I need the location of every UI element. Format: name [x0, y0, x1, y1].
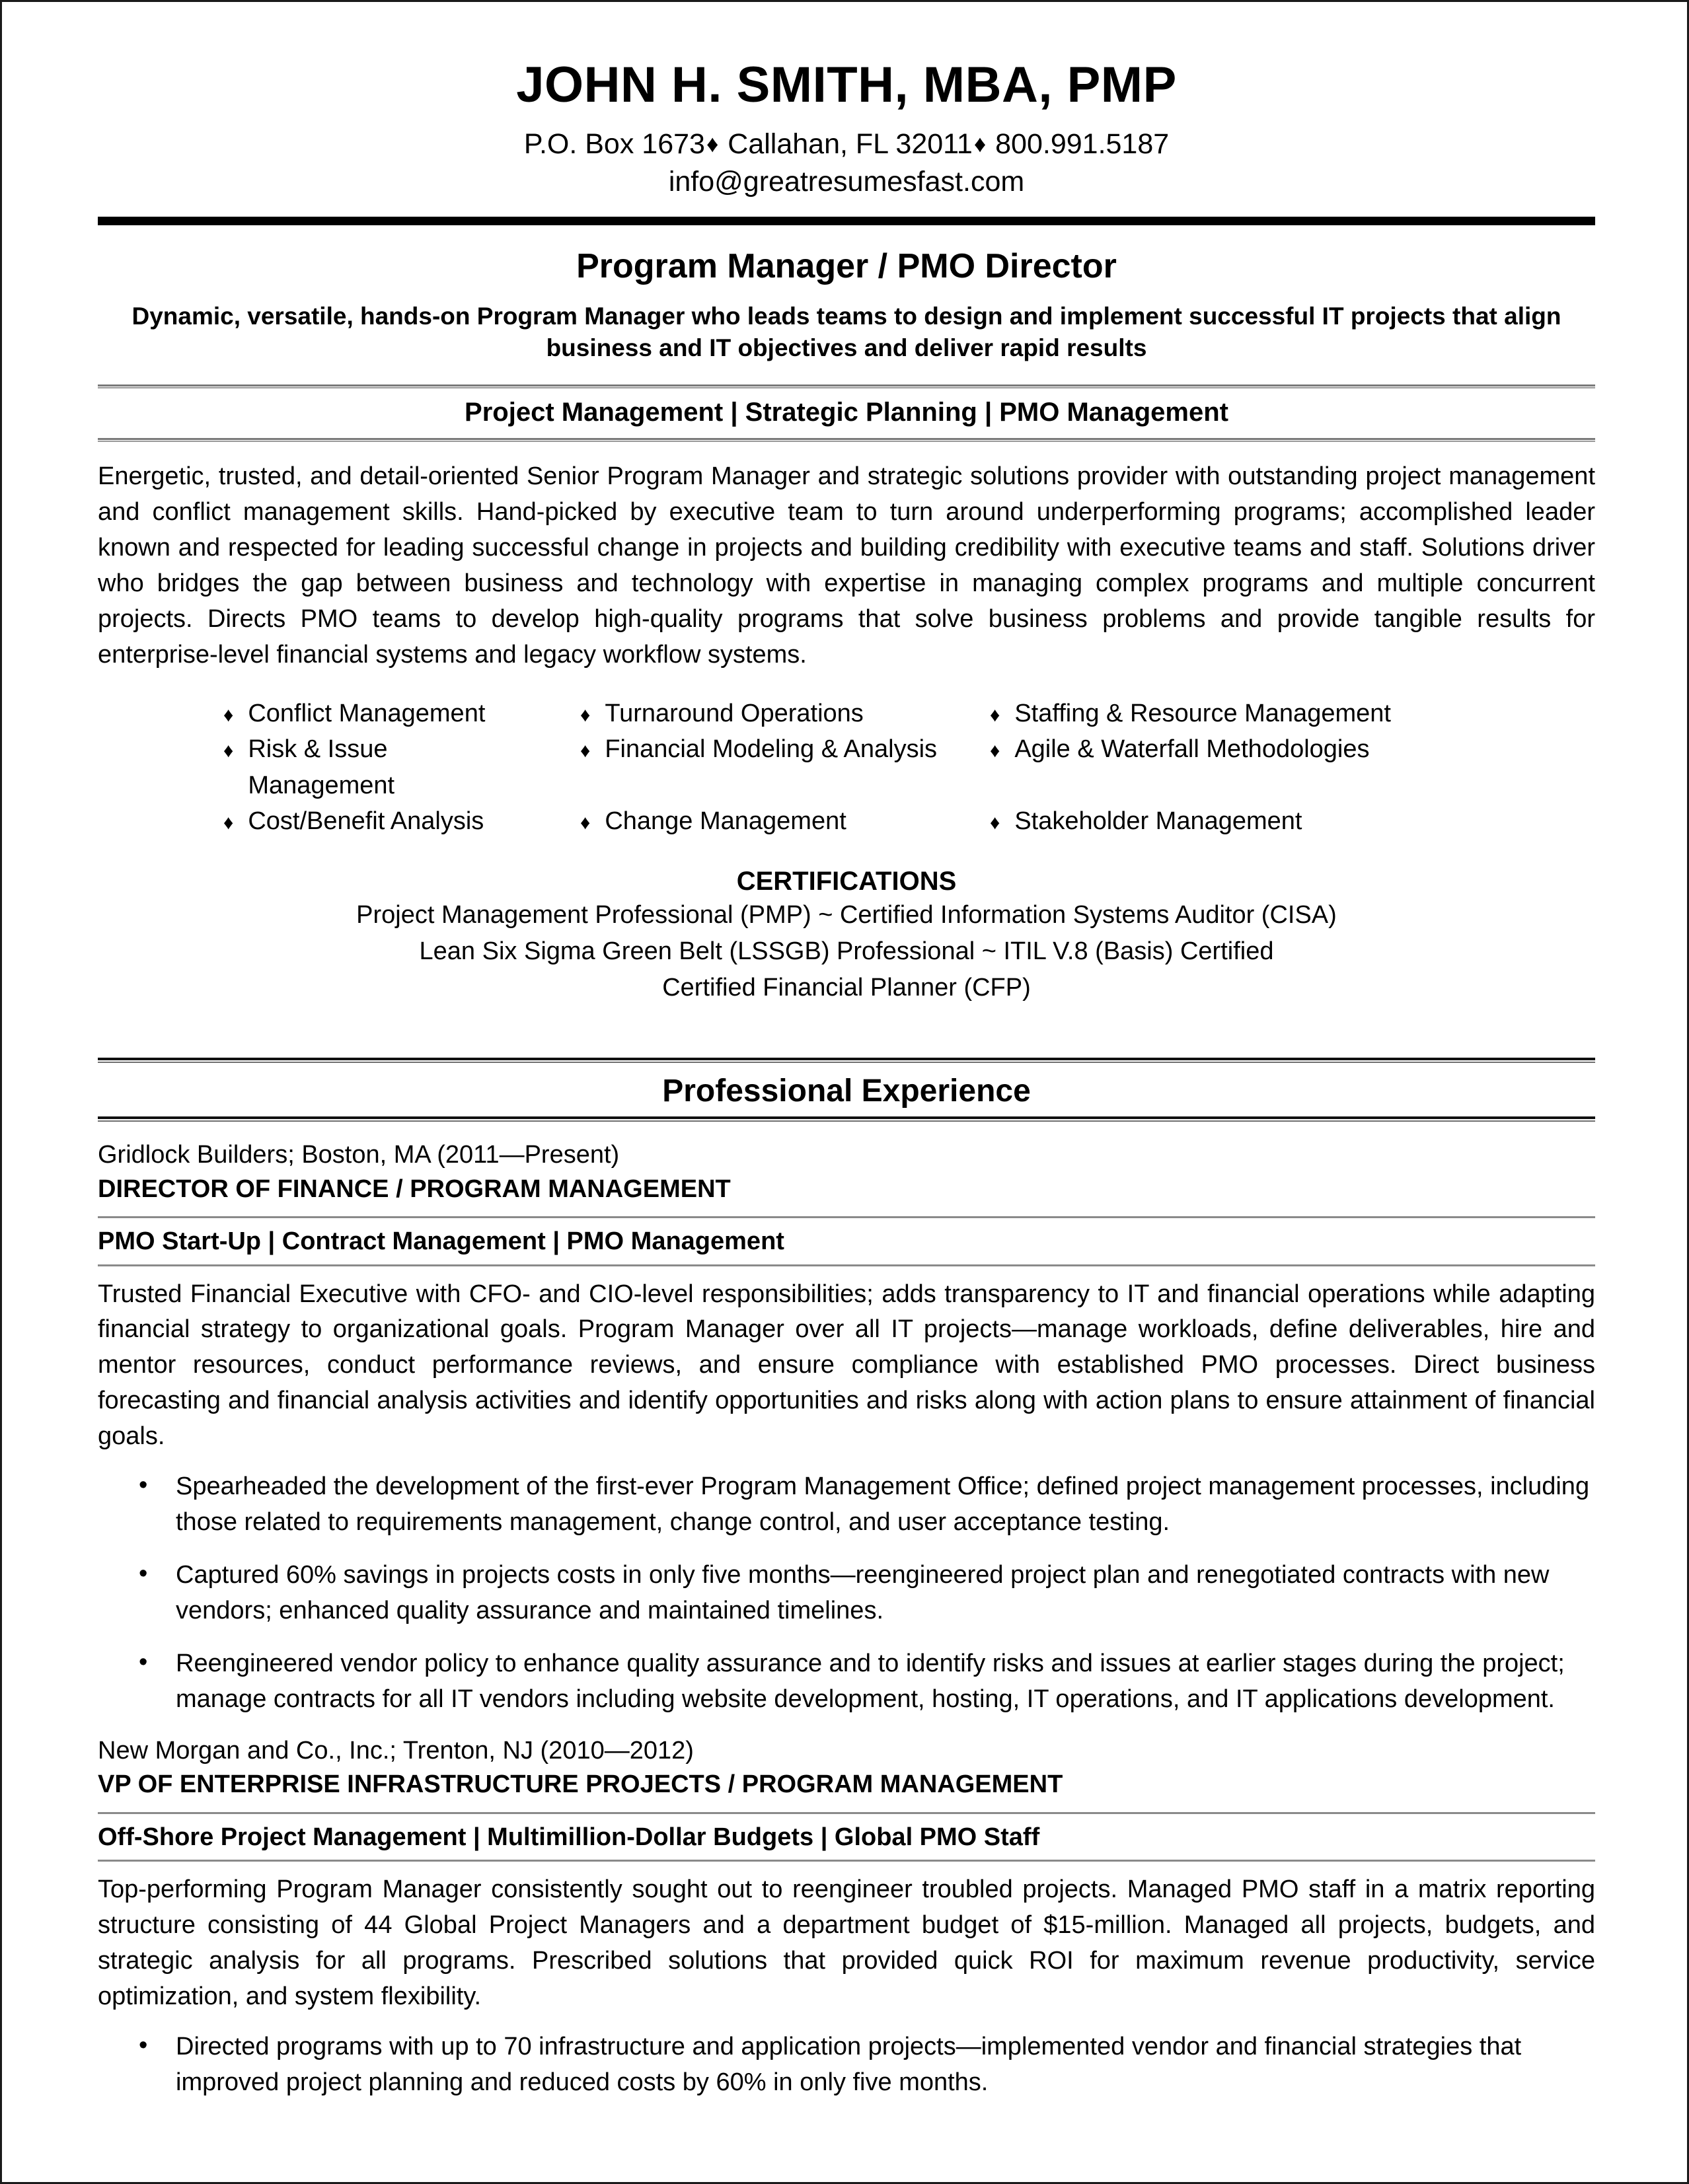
employer-and-dates: Gridlock Builders; Boston, MA (2011—Pres…: [98, 1141, 620, 1169]
skill-item: ♦ Agile & Waterfall Methodologies: [990, 731, 1595, 803]
achievement-item: • Reengineered vendor policy to enhance q…: [98, 1646, 1595, 1718]
skill-label: Conflict Management: [248, 700, 486, 728]
certifications-heading: CERTIFICATIONS: [736, 867, 957, 896]
candidate-name: JOHN H. SMITH, MBA, PMP: [516, 57, 1177, 113]
po-box: P.O. Box 1673: [523, 128, 705, 160]
professional-summary: Energetic, trusted, and detail-oriented …: [98, 462, 1595, 669]
achievement-text: Captured 60% savings in projects costs i…: [176, 1561, 1550, 1625]
core-competencies-grid: ♦ Conflict Management ♦ Turnaround Operati…: [98, 696, 1595, 839]
job-achievements-list: • Spearheaded the development of the firs…: [98, 1469, 1595, 1718]
diamond-bullet-icon: ♦: [990, 740, 1000, 762]
employer-and-dates: New Morgan and Co., Inc.; Trenton, NJ (2…: [98, 1737, 694, 1765]
phone-number: 800.991.5187: [987, 128, 1170, 160]
job-title: VP OF ENTERPRISE INFRASTRUCTURE PROJECTS…: [98, 1770, 1063, 1799]
achievement-item: • Captured 60% savings in projects costs …: [98, 1558, 1595, 1629]
experience-heading-top-rule: [98, 1057, 1595, 1063]
skill-item: ♦ Stakeholder Management: [990, 803, 1595, 839]
experience-heading: Professional Experience: [662, 1073, 1031, 1109]
skill-item: ♦ Financial Modeling & Analysis: [580, 731, 950, 803]
certification-line: Lean Six Sigma Green Belt (LSSGB) Profes…: [419, 937, 1274, 966]
experience-heading-bottom-rule: [98, 1116, 1595, 1122]
job-keywords: Off-Shore Project Management | Multimill…: [98, 1823, 1040, 1851]
resume-page: JOHN H. SMITH, MBA, PMP P.O. Box 1673♦ C…: [0, 0, 1689, 2184]
resume-header: JOHN H. SMITH, MBA, PMP P.O. Box 1673♦ C…: [98, 60, 1595, 198]
certifications-block: CERTIFICATIONS Project Management Profes…: [98, 865, 1595, 1005]
target-tagline: Dynamic, versatile, hands-on Program Man…: [131, 302, 1561, 362]
experience-section: Professional Experience Gridlock Builder…: [98, 1057, 1595, 2101]
experience-entry: New Morgan and Co., Inc.; Trenton, NJ (2…: [98, 1735, 1595, 2101]
core-keywords: Project Management | Strategic Planning …: [465, 398, 1228, 427]
skill-item: ♦ Risk & Issue Management: [223, 731, 541, 803]
skill-label: Risk & Issue Management: [248, 735, 395, 799]
diamond-bullet-icon: ♦: [580, 812, 591, 834]
diamond-bullet-icon: ♦: [223, 704, 234, 727]
contact-address-line: P.O. Box 1673♦ Callahan, FL 32011♦ 800.9…: [98, 127, 1595, 161]
skill-item: ♦ Cost/Benefit Analysis: [223, 803, 541, 839]
diamond-separator-icon: ♦: [973, 130, 987, 157]
diamond-bullet-icon: ♦: [580, 740, 591, 762]
skill-label: Change Management: [605, 807, 846, 836]
skill-item: ♦ Staffing & Resource Management: [990, 696, 1595, 731]
job-description: Trusted Financial Executive with CFO- an…: [98, 1280, 1595, 1451]
diamond-bullet-icon: ♦: [580, 704, 591, 727]
skill-label: Agile & Waterfall Methodologies: [1014, 735, 1370, 764]
keyword-bar-bottom-rule: [98, 438, 1595, 443]
achievement-text: Reengineered vendor policy to enhance qu…: [176, 1650, 1565, 1714]
skill-item: ♦ Change Management: [580, 803, 950, 839]
resume-content: JOHN H. SMITH, MBA, PMP P.O. Box 1673♦ C…: [98, 2, 1595, 2118]
bullet-icon: •: [139, 1471, 148, 1500]
diamond-bullet-icon: ♦: [223, 740, 234, 762]
target-title-block: Program Manager / PMO Director Dynamic, …: [98, 248, 1595, 365]
diamond-bullet-icon: ♦: [990, 704, 1000, 727]
certification-line: Project Management Professional (PMP) ~ …: [356, 901, 1337, 929]
skill-label: Financial Modeling & Analysis: [605, 735, 938, 764]
job-achievements-list: • Directed programs with up to 70 infrast…: [98, 2029, 1595, 2101]
job-keywords: PMO Start-Up | Contract Management | PMO…: [98, 1227, 784, 1256]
diamond-separator-icon: ♦: [706, 130, 719, 157]
achievement-item: • Spearheaded the development of the firs…: [98, 1469, 1595, 1541]
certification-line: Certified Financial Planner (CFP): [662, 973, 1031, 1001]
target-job-title: Program Manager / PMO Director: [576, 247, 1117, 286]
skill-item: ♦ Conflict Management: [223, 696, 541, 731]
bullet-icon: •: [139, 1648, 148, 1677]
skill-label: Stakeholder Management: [1014, 807, 1302, 836]
skill-label: Turnaround Operations: [605, 700, 864, 728]
city-state-zip: Callahan, FL 32011: [720, 128, 973, 160]
skill-item: ♦ Turnaround Operations: [580, 696, 950, 731]
job-keywords-bottom-rule: [98, 1860, 1595, 1862]
bullet-icon: •: [139, 2031, 148, 2060]
skill-label: Staffing & Resource Management: [1014, 700, 1391, 728]
email-address: info@greatresumesfast.com: [668, 165, 1025, 198]
achievement-item: • Directed programs with up to 70 infrast…: [98, 2029, 1595, 2101]
job-title: DIRECTOR OF FINANCE / PROGRAM MANAGEMENT: [98, 1175, 731, 1203]
diamond-bullet-icon: ♦: [990, 812, 1000, 834]
achievement-text: Directed programs with up to 70 infrastr…: [176, 2033, 1522, 2097]
skill-label: Cost/Benefit Analysis: [248, 807, 484, 836]
header-divider: [98, 217, 1595, 226]
bullet-icon: •: [139, 1560, 148, 1588]
experience-entry: Gridlock Builders; Boston, MA (2011—Pres…: [98, 1139, 1595, 1718]
achievement-text: Spearheaded the development of the first…: [176, 1473, 1590, 1537]
job-description: Top-performing Program Manager consisten…: [98, 1875, 1595, 2011]
diamond-bullet-icon: ♦: [223, 812, 234, 834]
job-keywords-bottom-rule: [98, 1264, 1595, 1266]
